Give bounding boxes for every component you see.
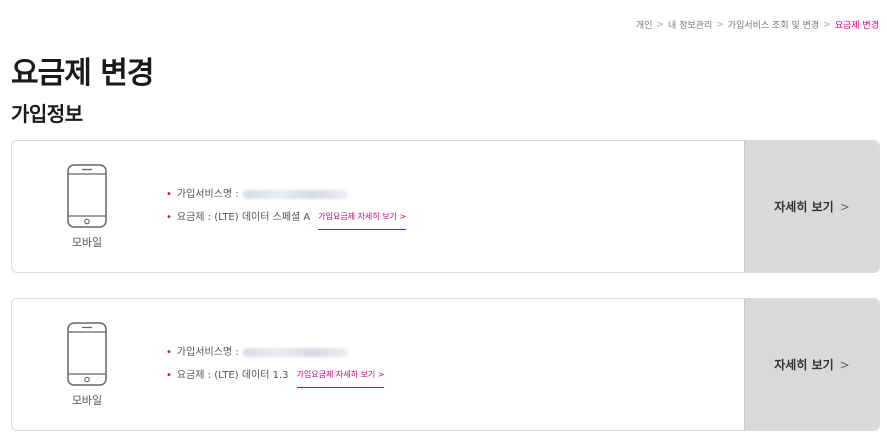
view-details-label: 자세히 보기	[774, 358, 834, 372]
plan-detail-link[interactable]: 가입요금제 자세히 보기 >	[296, 364, 385, 388]
breadcrumb-separator: >	[656, 19, 664, 30]
chevron-right-icon: >	[839, 357, 850, 372]
breadcrumb-current: 요금제 변경	[834, 21, 879, 31]
mobile-phone-icon	[67, 321, 107, 386]
masked-service-number	[242, 348, 348, 357]
subscription-info: • 가입서비스명 : • 요금제 : (LTE) 데이터 1.3 가입요금제 자…	[162, 299, 744, 430]
section-title: 가입정보	[11, 102, 83, 126]
masked-service-number	[242, 190, 348, 199]
view-details-label: 자세히 보기	[774, 200, 834, 214]
service-name-row: • 가입서비스명 :	[166, 342, 744, 364]
page-title: 요금제 변경	[11, 56, 154, 91]
breadcrumb-item[interactable]: 내 정보관리	[668, 18, 712, 31]
bullet-icon: •	[166, 369, 172, 381]
breadcrumb-separator: >	[716, 19, 724, 30]
device-label: 모바일	[71, 393, 103, 407]
service-name-label: 가입서비스명 :	[176, 346, 239, 358]
bullet-icon: •	[166, 211, 172, 223]
bullet-icon: •	[166, 346, 172, 358]
service-name-label: 가입서비스명 :	[176, 188, 239, 200]
breadcrumb: 개인 > 내 정보관리 > 가입서비스 조회 및 변경 > 요금제 변경	[636, 18, 879, 32]
plan-detail-link[interactable]: 가입요금제 자세히 보기 >	[318, 206, 407, 230]
device-block: 모바일	[12, 141, 162, 272]
subscription-info: • 가입서비스명 : • 요금제 : (LTE) 데이터 스페셜 A 가입요금제…	[162, 141, 744, 272]
plan-label: 요금제 : (LTE) 데이터 1.3	[176, 369, 289, 381]
subscription-card: 모바일 • 가입서비스명 : • 요금제 : (LTE) 데이터 1.3 가입요…	[11, 298, 880, 431]
breadcrumb-item[interactable]: 가입서비스 조회 및 변경	[728, 18, 819, 31]
device-label: 모바일	[71, 235, 103, 249]
chevron-right-icon: >	[839, 199, 850, 214]
mobile-phone-icon	[67, 163, 107, 228]
view-details-button[interactable]: 자세히 보기 >	[744, 141, 879, 272]
view-details-button[interactable]: 자세히 보기 >	[744, 299, 879, 430]
service-name-row: • 가입서비스명 :	[166, 184, 744, 206]
plan-row: • 요금제 : (LTE) 데이터 스페셜 A 가입요금제 자세히 보기 >	[166, 206, 744, 230]
bullet-icon: •	[166, 188, 172, 200]
device-block: 모바일	[12, 299, 162, 430]
plan-row: • 요금제 : (LTE) 데이터 1.3 가입요금제 자세히 보기 >	[166, 364, 744, 388]
breadcrumb-separator: >	[823, 19, 831, 30]
breadcrumb-item[interactable]: 개인	[636, 18, 653, 31]
plan-label: 요금제 : (LTE) 데이터 스페셜 A	[176, 211, 311, 223]
subscription-card: 모바일 • 가입서비스명 : • 요금제 : (LTE) 데이터 스페셜 A 가…	[11, 140, 880, 273]
